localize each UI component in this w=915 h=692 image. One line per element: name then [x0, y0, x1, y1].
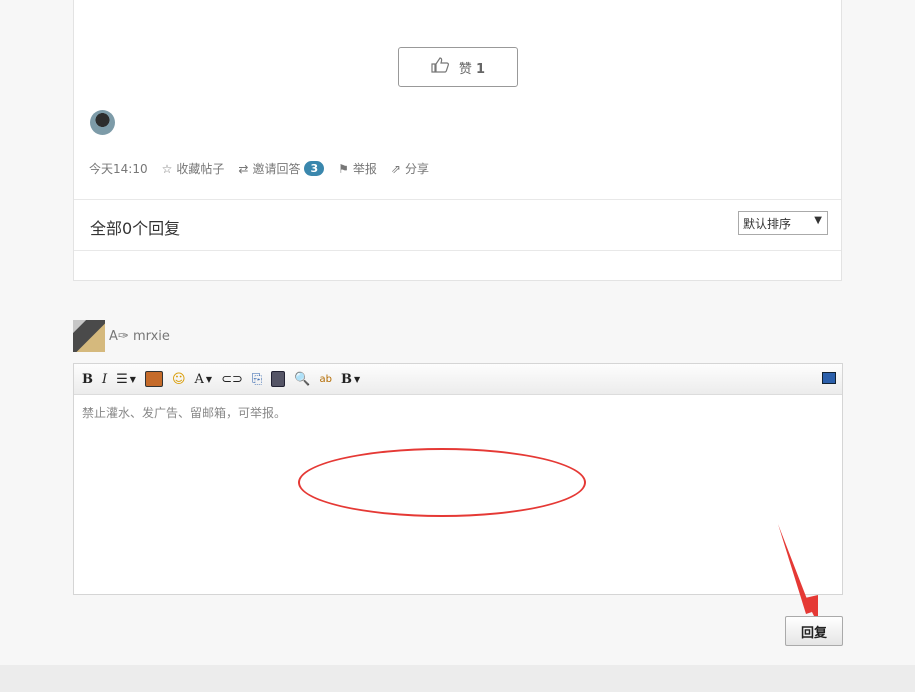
- annotation-arrow: [778, 524, 818, 624]
- reply-submit-button[interactable]: 回复: [785, 616, 843, 646]
- footer: [0, 665, 915, 692]
